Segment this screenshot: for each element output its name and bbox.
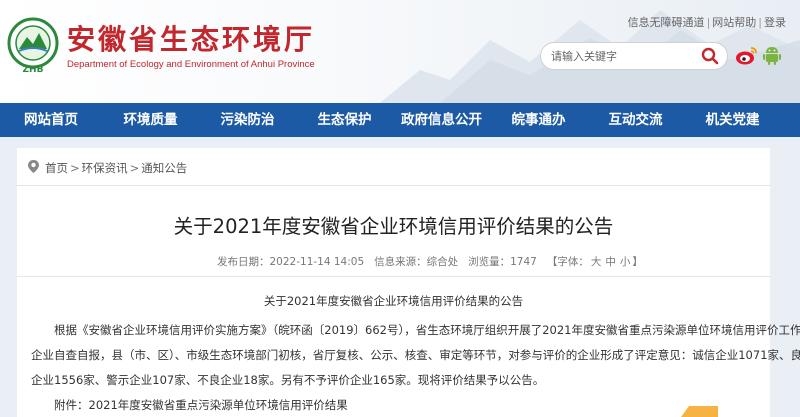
article-title: 关于2021年度安徽省企业环境信用评价结果的公告 <box>173 215 614 238</box>
login-link[interactable]: 登录 <box>764 16 786 29</box>
date-label: 发布日期： <box>217 256 270 268</box>
breadcrumb-news[interactable]: 环保资讯 <box>82 161 128 175</box>
views-label: 浏览量： <box>468 256 511 268</box>
article-body: 根据《安徽省企业环境信用评价实施方案》（皖环函〔2019〕662号），省生态环境… <box>31 318 800 417</box>
decorative-badge <box>681 406 718 417</box>
top-links: 信息无障碍通道 | 网站帮助 | 登录 <box>628 14 786 30</box>
font-small-button[interactable]: 小 <box>620 256 631 268</box>
main-nav: 网站首页 环境质量 污染防治 生态保护 政府信息公开 皖事通办 互动交流 机关党… <box>0 103 800 137</box>
font-large-button[interactable]: 大 <box>591 256 602 268</box>
breadcrumb: 首页 > 环保资讯 > 通知公告 <box>17 148 770 186</box>
nav-item-ecology-protection[interactable]: 生态保护 <box>296 103 393 137</box>
body-line: 根据《安徽省企业环境信用评价实施方案》（皖环函〔2019〕662号），省生态环境… <box>54 323 800 337</box>
logo-icon: ZHB <box>7 17 59 75</box>
attachment-line[interactable]: 附件：2021年度安徽省重点污染源单位环境信用评价结果 <box>31 393 759 417</box>
source-value: 综合处 <box>426 256 459 268</box>
help-link[interactable]: 网站帮助 <box>712 16 756 29</box>
breadcrumb-separator: > <box>129 161 140 175</box>
accessibility-link[interactable]: 信息无障碍通道 <box>628 16 705 29</box>
site-subtitle: Department of Ecology and Environment of… <box>67 59 315 70</box>
font-size-close: 】 <box>632 256 643 268</box>
font-size-label: 【字体： <box>546 256 589 268</box>
nav-item-home[interactable]: 网站首页 <box>0 103 102 137</box>
nav-item-wanshitong[interactable]: 皖事通办 <box>490 103 587 137</box>
body-line: 企业自查自报，县（市、区）、市级生态环境部门初核，省厅复核、公示、核查、审定等环… <box>31 348 800 362</box>
site-title: 安徽省生态环境厅 <box>67 23 316 56</box>
weibo-icon[interactable] <box>735 44 759 66</box>
nav-item-pollution-control[interactable]: 污染防治 <box>199 103 296 137</box>
nav-item-environment-quality[interactable]: 环境质量 <box>102 103 199 137</box>
nav-item-gov-info[interactable]: 政府信息公开 <box>393 103 490 137</box>
nav-item-interaction[interactable]: 互动交流 <box>587 103 684 137</box>
breadcrumb-notices[interactable]: 通知公告 <box>141 161 187 175</box>
search-input[interactable] <box>551 48 701 65</box>
article-sub-heading: 关于2021年度安徽省企业环境信用评价结果的公告 <box>263 294 524 308</box>
nav-item-party-building[interactable]: 机关党建 <box>684 103 781 137</box>
article-meta: 发布日期：2022-11-14 14:05 信息来源：综合处 浏览量：1747 【字体… <box>217 254 643 269</box>
publish-date: 2022-11-14 14:05 <box>269 256 365 268</box>
site-header: ZHB 安徽省生态环境厅 Department of Ecology and E… <box>0 0 800 103</box>
separator: | <box>706 16 711 29</box>
home-icon <box>28 160 39 173</box>
content-panel: 首页 > 环保资讯 > 通知公告 关于2021年度安徽省企业环境信用评价结果的公告 发布… <box>17 148 800 417</box>
search-icon[interactable] <box>700 46 720 66</box>
font-medium-button[interactable]: 中 <box>605 256 616 268</box>
android-icon[interactable] <box>762 44 782 66</box>
svg-text:ZHB: ZHB <box>23 65 44 75</box>
search-box <box>540 42 728 70</box>
breadcrumb-home[interactable]: 首页 <box>45 161 68 175</box>
body-line: 企业1556家、警示企业107家、不良企业18家。另有不予评价企业165家。现将… <box>31 373 545 387</box>
divider <box>17 276 770 277</box>
breadcrumb-separator: > <box>70 161 80 175</box>
separator: | <box>758 16 762 29</box>
source-label: 信息来源： <box>374 256 427 268</box>
views-count: 1747 <box>510 256 537 268</box>
